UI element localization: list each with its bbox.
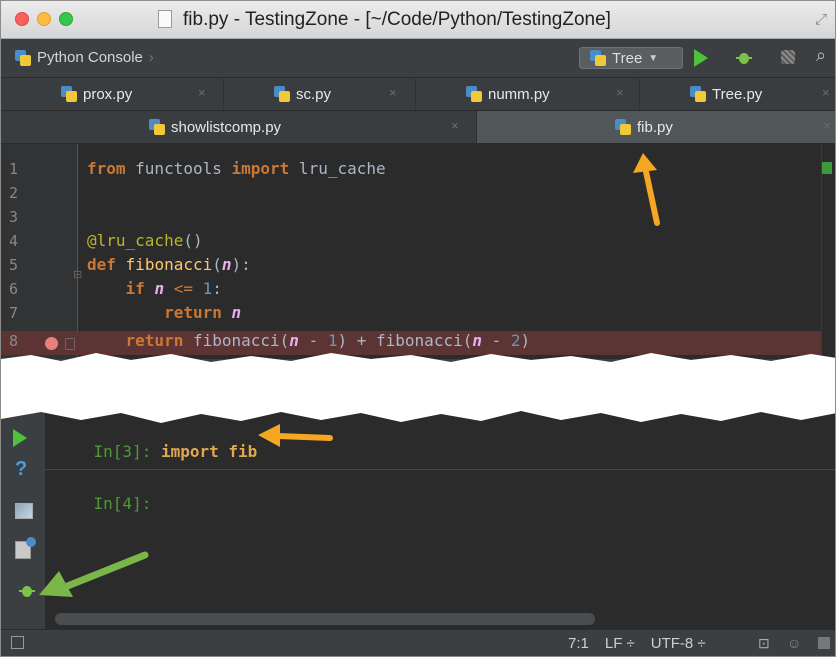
close-tab-icon[interactable]: × bbox=[451, 118, 459, 133]
code-line-5: def fibonacci(n): bbox=[87, 255, 251, 274]
bug-icon[interactable] bbox=[736, 50, 752, 66]
python-file-icon bbox=[690, 86, 706, 102]
code-line-6: if n <= 1: bbox=[125, 279, 222, 298]
editor-tabs-row-2: showlistcomp.py × fib.py × bbox=[1, 111, 835, 144]
close-tab-icon[interactable]: × bbox=[823, 118, 831, 133]
line-number: 6 bbox=[9, 280, 19, 298]
minimize-window-button[interactable] bbox=[37, 12, 51, 26]
document-icon bbox=[158, 10, 172, 28]
tab-sc[interactable]: sc.py × bbox=[224, 78, 416, 110]
torn-paper-divider bbox=[1, 353, 835, 423]
tab-prox[interactable]: prox.py × bbox=[1, 78, 224, 110]
tab-numm[interactable]: numm.py × bbox=[416, 78, 640, 110]
python-file-icon bbox=[15, 49, 31, 66]
line-number: 5 bbox=[9, 256, 19, 274]
python-file-icon bbox=[61, 86, 77, 102]
code-line-4: @lru_cache() bbox=[87, 231, 203, 250]
close-tab-icon[interactable]: × bbox=[389, 85, 397, 100]
chevron-down-icon: ▼ bbox=[648, 52, 659, 64]
editor-scrollbar[interactable] bbox=[821, 144, 835, 359]
run-configuration-dropdown[interactable]: Tree ▼ bbox=[579, 47, 683, 69]
python-file-icon bbox=[615, 119, 631, 135]
console-input-line[interactable]: In[4]: bbox=[55, 475, 152, 532]
search-icon[interactable]: ⌕ bbox=[816, 45, 826, 66]
show-variables-icon[interactable] bbox=[15, 503, 33, 519]
tool-windows-icon[interactable] bbox=[11, 636, 24, 649]
close-tab-icon[interactable]: × bbox=[616, 85, 624, 100]
window-title: fib.py - TestingZone - [~/Code/Python/Te… bbox=[183, 9, 611, 30]
code-line-1: from functools import lru_cache bbox=[87, 159, 386, 178]
tab-label: sc.py bbox=[296, 85, 332, 103]
console-divider bbox=[45, 469, 835, 470]
horizontal-scrollbar[interactable] bbox=[55, 613, 595, 625]
console-prompt: In[3]: bbox=[93, 442, 152, 461]
coverage-icon[interactable] bbox=[781, 50, 795, 64]
add-icon bbox=[26, 537, 36, 547]
fullscreen-icon[interactable]: ⤢ bbox=[815, 11, 827, 28]
console-prompt: In[4]: bbox=[93, 494, 152, 513]
tab-label: prox.py bbox=[83, 85, 133, 103]
ide-window: fib.py - TestingZone - [~/Code/Python/Te… bbox=[0, 0, 836, 657]
code-editor[interactable]: 1 2 3 4 5 6 7 8 ⊟ from functools import … bbox=[1, 144, 835, 359]
status-info: 7:1 LF ÷ UTF-8 ÷ bbox=[568, 635, 706, 652]
line-number: 2 bbox=[9, 184, 19, 202]
python-file-icon bbox=[466, 86, 482, 102]
navigation-bar: Python Console › Tree ▼ bbox=[1, 39, 835, 78]
zoom-window-button[interactable] bbox=[59, 12, 73, 26]
line-number: 1 bbox=[9, 160, 19, 178]
caret-position[interactable]: 7:1 bbox=[568, 635, 589, 652]
console-command: import fib bbox=[160, 442, 258, 461]
python-file-icon bbox=[274, 86, 290, 102]
tab-showlistcomp[interactable]: showlistcomp.py × bbox=[1, 111, 477, 143]
tab-fib[interactable]: fib.py × bbox=[477, 111, 835, 143]
line-separator[interactable]: LF ÷ bbox=[605, 635, 635, 652]
tab-label: fib.py bbox=[637, 118, 673, 136]
help-icon[interactable]: ? bbox=[15, 458, 27, 481]
breadcrumb-separator: › bbox=[148, 49, 154, 66]
hector-icon[interactable]: ☺ bbox=[787, 635, 801, 651]
python-file-icon bbox=[590, 50, 606, 66]
line-number: 4 bbox=[9, 232, 19, 250]
tab-label: showlistcomp.py bbox=[171, 118, 282, 136]
close-tab-icon[interactable]: × bbox=[822, 85, 830, 100]
orange-arrow-to-import bbox=[258, 424, 333, 447]
tab-label: numm.py bbox=[488, 85, 550, 103]
code-line-7: return n bbox=[164, 303, 242, 322]
tab-label: Tree.py bbox=[712, 85, 763, 103]
run-configuration-label: Tree bbox=[612, 49, 643, 67]
tab-tree[interactable]: Tree.py × bbox=[640, 78, 835, 110]
green-arrow-to-debug bbox=[39, 551, 149, 597]
orange-arrow-to-tab bbox=[633, 153, 660, 226]
inspection-status-marker bbox=[822, 162, 832, 174]
fold-marker-icon[interactable]: ⊟ bbox=[73, 268, 82, 281]
title-bar: fib.py - TestingZone - [~/Code/Python/Te… bbox=[1, 1, 835, 39]
breadcrumb[interactable]: Python Console › bbox=[15, 49, 154, 66]
line-number: 7 bbox=[9, 304, 19, 322]
bug-icon[interactable] bbox=[19, 583, 35, 599]
breadcrumb-label: Python Console bbox=[37, 49, 143, 66]
close-tab-icon[interactable]: × bbox=[198, 85, 206, 100]
line-number: 3 bbox=[9, 208, 19, 226]
editor-tabs-row-1: prox.py × sc.py × numm.py × Tree.py × bbox=[1, 78, 835, 111]
python-file-icon bbox=[149, 119, 165, 135]
file-encoding[interactable]: UTF-8 ÷ bbox=[651, 635, 706, 652]
event-log-icon[interactable] bbox=[818, 637, 830, 649]
play-icon[interactable] bbox=[694, 49, 708, 67]
lock-icon[interactable]: ⊡ bbox=[758, 635, 770, 652]
status-bar: 7:1 LF ÷ UTF-8 ÷ ⊡ ☺ bbox=[1, 629, 835, 656]
close-window-button[interactable] bbox=[15, 12, 29, 26]
